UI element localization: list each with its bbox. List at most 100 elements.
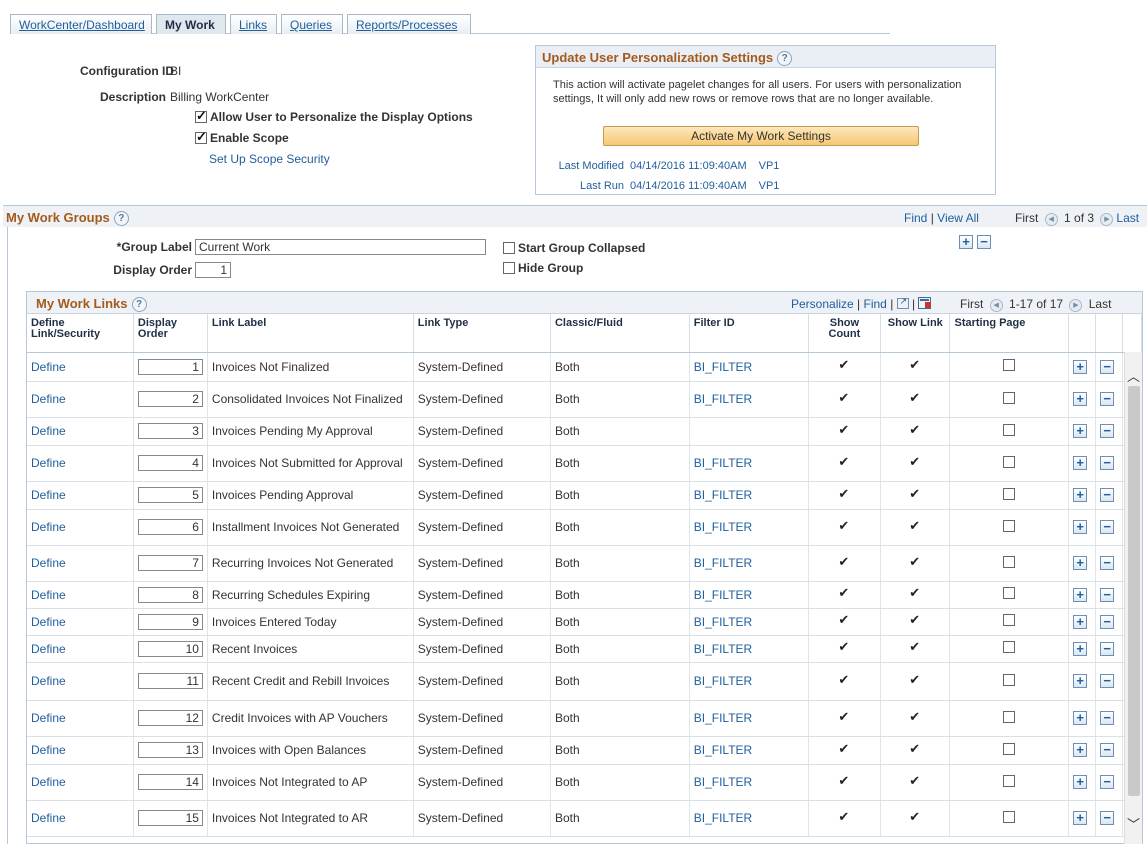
tab-my-work[interactable]: My Work [156,14,226,34]
add-row-button[interactable]: + [1073,392,1088,406]
group-display-order-input[interactable]: 1 [195,262,231,278]
remove-row-button[interactable]: − [1100,456,1115,470]
filter-id-link[interactable]: BI_FILTER [694,520,752,534]
show-link-checkbox[interactable] [909,709,921,725]
show-count-checkbox[interactable] [838,585,850,601]
remove-group-button[interactable]: − [977,235,991,249]
show-link-checkbox[interactable] [909,486,921,502]
define-link[interactable]: Define [31,392,66,406]
starting-page-checkbox[interactable] [1003,710,1016,723]
previous-icon[interactable]: ◀ [1044,213,1058,226]
start-collapsed-checkbox[interactable] [503,242,515,254]
show-link-checkbox[interactable] [909,518,921,534]
define-link[interactable]: Define [31,775,66,789]
display-order-input[interactable]: 8 [137,586,203,603]
define-link[interactable]: Define [31,743,66,757]
display-order-input[interactable]: 9 [137,613,203,630]
add-row-button[interactable]: + [1073,359,1088,374]
add-row-button[interactable]: + [1073,674,1088,688]
remove-row-button[interactable]: − [1100,488,1115,502]
show-link-checkbox[interactable] [909,390,921,406]
show-link-checkbox[interactable] [909,612,921,628]
display-order-input[interactable]: 6 [137,519,203,535]
filter-id-link[interactable]: BI_FILTER [694,615,752,629]
show-link-checkbox[interactable] [909,422,921,438]
tab-reports-processes[interactable]: Reports/Processes [347,14,471,34]
show-count-checkbox[interactable] [838,672,850,688]
display-order-input[interactable]: 4 [137,455,203,471]
display-order-input[interactable]: 5 [137,487,203,503]
show-count-checkbox[interactable] [838,422,850,438]
starting-page-checkbox[interactable] [1003,587,1016,599]
hide-group-checkbox[interactable] [503,262,515,274]
set-up-scope-security-link[interactable]: Set Up Scope Security [209,152,330,166]
define-link[interactable]: Define [31,674,66,688]
add-row-button[interactable]: + [1073,424,1088,438]
remove-row-button[interactable]: − [1100,743,1115,757]
define-link[interactable]: Define [31,456,66,470]
show-count-checkbox[interactable] [838,554,850,570]
display-order-input[interactable]: 11 [137,673,203,689]
scroll-up-icon[interactable]: ︿ [1127,366,1140,385]
tab-queries[interactable]: Queries [281,14,343,34]
filter-id-link[interactable]: BI_FILTER [694,556,752,570]
starting-page-checkbox[interactable] [1003,519,1016,532]
remove-row-button[interactable]: − [1100,392,1115,406]
define-link[interactable]: Define [31,360,66,374]
display-order-input[interactable]: 3 [137,423,203,439]
next-icon[interactable]: ▶ [1069,299,1083,312]
next-icon[interactable]: ▶ [1100,213,1114,226]
help-icon[interactable]: ? [131,297,147,312]
show-count-checkbox[interactable] [838,773,850,789]
add-row-button[interactable]: + [1073,520,1088,534]
remove-row-button[interactable]: − [1100,520,1115,534]
previous-icon[interactable]: ◀ [989,299,1003,312]
display-order-input[interactable]: 1 [137,358,203,375]
filter-id-link[interactable]: BI_FILTER [694,711,752,725]
display-order-input[interactable]: 2 [137,391,203,407]
scroll-down-icon[interactable]: ﹀ [1127,814,1140,833]
zoom-icon[interactable]: ↗ [896,296,909,309]
show-link-checkbox[interactable] [909,554,921,570]
filter-id-link[interactable]: BI_FILTER [694,456,752,470]
add-row-button[interactable]: + [1073,775,1088,789]
define-link[interactable]: Define [31,520,66,534]
show-link-checkbox[interactable] [909,357,921,373]
allow-personalize-checkbox[interactable] [195,108,207,124]
define-link[interactable]: Define [31,615,66,629]
add-group-button[interactable]: + [959,235,973,249]
filter-id-link[interactable]: BI_FILTER [694,743,752,757]
add-row-button[interactable]: + [1073,587,1088,602]
tab-workcenter-dashboard[interactable]: WorkCenter/Dashboard [10,14,152,34]
remove-row-button[interactable]: − [1100,711,1115,725]
display-order-input[interactable]: 13 [137,742,203,758]
show-link-checkbox[interactable] [909,639,921,655]
add-row-button[interactable]: + [1073,711,1088,725]
show-count-checkbox[interactable] [838,741,850,757]
personalize-link[interactable]: Personalize [791,297,854,311]
add-row-button[interactable]: + [1073,456,1088,470]
remove-row-button[interactable]: − [1100,424,1115,438]
enable-scope-checkbox[interactable] [195,129,207,145]
display-order-input[interactable]: 10 [137,640,203,657]
activate-my-work-settings-button[interactable]: Activate My Work Settings [603,126,919,146]
filter-id-link[interactable]: BI_FILTER [694,674,752,688]
groups-view-all-link[interactable]: View All [937,211,979,225]
groups-last-link[interactable]: Last [1116,211,1139,225]
define-link[interactable]: Define [31,811,66,825]
add-row-button[interactable]: + [1073,641,1088,656]
remove-row-button[interactable]: − [1100,811,1115,825]
remove-row-button[interactable]: − [1100,641,1115,656]
show-count-checkbox[interactable] [838,486,850,502]
starting-page-checkbox[interactable] [1003,673,1016,686]
display-order-input[interactable]: 15 [137,810,203,826]
remove-row-button[interactable]: − [1100,674,1115,688]
filter-id-link[interactable]: BI_FILTER [694,588,752,602]
define-link[interactable]: Define [31,488,66,502]
starting-page-checkbox[interactable] [1003,423,1016,436]
starting-page-checkbox[interactable] [1003,742,1016,755]
starting-page-checkbox[interactable] [1003,641,1016,653]
filter-id-link[interactable]: BI_FILTER [694,642,752,656]
define-link[interactable]: Define [31,588,66,602]
starting-page-checkbox[interactable] [1003,455,1016,468]
